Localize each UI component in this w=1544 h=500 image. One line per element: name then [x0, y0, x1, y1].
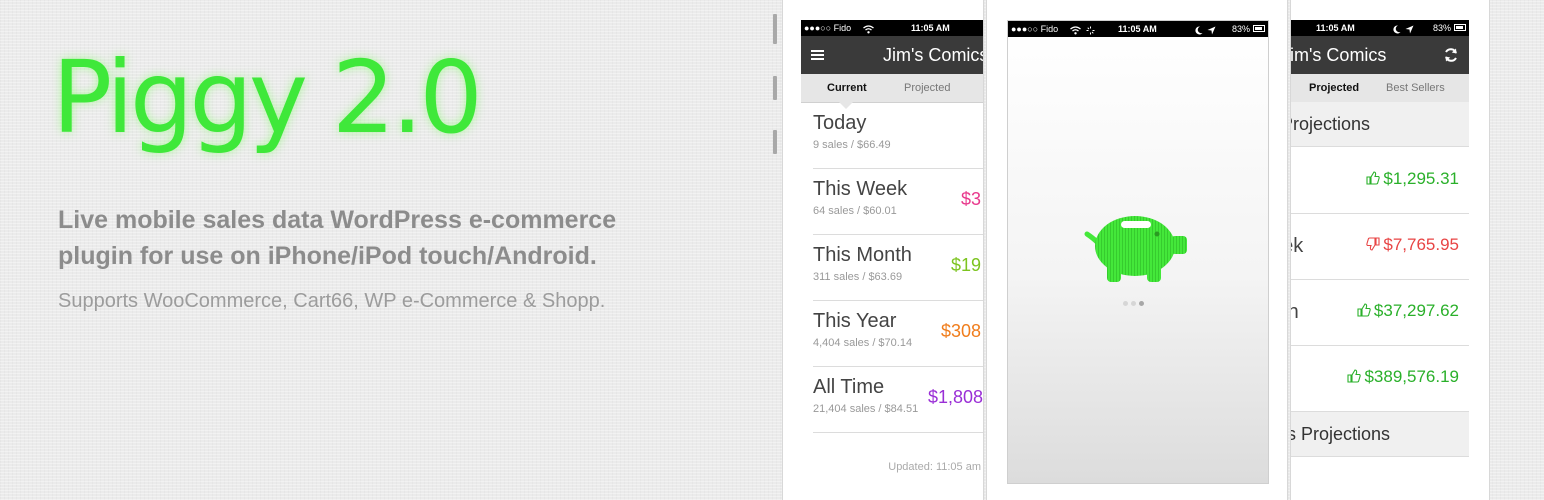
period-label: This Year	[813, 310, 897, 332]
list-item-today[interactable]: Today 9 sales / $66.49	[813, 102, 983, 169]
period-label: nth	[1291, 301, 1299, 323]
list-item-year[interactable]: This Year 4,404 sales / $70.14 $308	[813, 300, 983, 367]
loading-spinner-icon	[1086, 24, 1095, 40]
wifi-icon	[1070, 24, 1081, 40]
store-name: Jim's Comics	[1291, 45, 1387, 65]
list-item[interactable]: nth $37,297.62	[1291, 279, 1469, 346]
phone-splash-screen: ●●●○○ Fido 11:05 AM 83%	[987, 0, 1287, 500]
nav-bar: Jim's Comics	[1291, 36, 1469, 74]
status-time: 11:05 AM	[911, 23, 950, 33]
hamburger-menu-icon[interactable]	[811, 46, 824, 64]
carrier-label: ●●●○○ Fido	[804, 23, 852, 33]
sales-summary: 64 sales / $60.01	[813, 205, 897, 217]
projection-amount: $7,765.95	[1366, 235, 1459, 255]
battery-percent: 83%	[1231, 24, 1250, 34]
phone-screen: ●●●○○ Fido 11:05 AM Jim's Comics Current…	[801, 20, 983, 482]
phone-volume-up	[773, 76, 777, 100]
amount-value: $7,765.95	[1383, 235, 1459, 254]
projection-amount: $389,576.19	[1347, 367, 1459, 387]
list-item-week[interactable]: This Week 64 sales / $60.01 $3	[813, 168, 983, 235]
thumbs-up-icon	[1347, 369, 1362, 383]
status-time: 11:05 AM	[1118, 24, 1157, 34]
tab-best-sellers[interactable]: Best Sellers	[1386, 74, 1445, 102]
tab-bar: Current Projected	[801, 74, 983, 109]
section-header: ers Projections	[1291, 412, 1469, 457]
status-time: 11:05 AM	[1316, 23, 1355, 33]
refresh-icon[interactable]	[1443, 47, 1459, 63]
battery-percent: 83%	[1432, 23, 1451, 33]
tab-current[interactable]: Current	[827, 74, 867, 102]
phone-screen: ●●●○○ Fido 11:05 AM 83%	[1007, 20, 1269, 484]
page-dot	[1123, 301, 1128, 306]
phone-screen: 11:05 AM 83% Jim's Comics Projected Best…	[1291, 20, 1469, 482]
status-bar: ●●●○○ Fido 11:05 AM	[801, 20, 983, 36]
sales-summary: 4,404 sales / $70.14	[813, 337, 913, 349]
phone-projected-sales: 11:05 AM 83% Jim's Comics Projected Best…	[1291, 0, 1489, 500]
location-arrow-icon	[1207, 24, 1216, 40]
list-item-all-time[interactable]: All Time 21,404 sales / $84.51 $1,808	[813, 366, 983, 433]
supported-platforms: Supports WooCommerce, Cart66, WP e-Comme…	[58, 290, 606, 312]
carrier-label: ●●●○○ Fido	[1011, 24, 1059, 34]
piggy-bank-icon	[1084, 216, 1187, 282]
thumbs-up-icon	[1357, 303, 1371, 317]
phone-current-sales: ●●●○○ Fido 11:05 AM Jim's Comics Current…	[783, 0, 983, 500]
period-label: Today	[813, 112, 867, 134]
store-name: Jim's Comics	[883, 45, 983, 65]
amount-value: $1,295.31	[1383, 169, 1459, 188]
amount-value: $389,576.19	[1364, 367, 1459, 386]
status-bar: 11:05 AM 83%	[1291, 20, 1469, 36]
thumbs-up-icon	[1366, 171, 1381, 185]
sales-amount: $3	[961, 189, 982, 209]
projection-amount: $1,295.31	[1366, 169, 1459, 189]
thumbs-down-icon	[1366, 237, 1380, 251]
period-label: This Week	[813, 178, 908, 200]
list-item[interactable]: eek $7,765.95	[1291, 213, 1469, 280]
moon-icon	[1195, 24, 1203, 40]
sales-amount: $308	[941, 321, 982, 341]
status-bar: ●●●○○ Fido 11:05 AM 83%	[1008, 21, 1268, 37]
page-dot	[1131, 301, 1136, 306]
section-label: ers Projections	[1291, 424, 1391, 444]
sales-summary: 9 sales / $66.49	[813, 139, 891, 151]
battery-icon	[1454, 24, 1466, 31]
list-item[interactable]: $1,295.31	[1291, 147, 1469, 214]
list-item[interactable]: ar $389,576.19	[1291, 345, 1469, 412]
page-indicator	[1123, 293, 1147, 311]
projection-amount: $37,297.62	[1357, 301, 1459, 321]
sales-summary: 21,404 sales / $84.51	[813, 403, 919, 415]
page-title: Piggy 2.0	[52, 39, 483, 156]
tab-projected[interactable]: Projected	[904, 74, 950, 102]
amount-value: $37,297.62	[1373, 301, 1459, 320]
phone-side-button	[773, 14, 777, 44]
period-label: All Time	[813, 376, 885, 398]
tab-projected[interactable]: Projected	[1309, 74, 1359, 102]
page-dot-active	[1139, 301, 1144, 306]
phone-volume-down	[773, 130, 777, 154]
nav-bar: Jim's Comics	[801, 36, 983, 74]
period-label: This Month	[813, 244, 912, 266]
updated-timestamp: Updated: 11:05 am	[888, 461, 981, 473]
tab-bar: Projected Best Sellers	[1291, 74, 1469, 109]
section-header: Projections	[1291, 102, 1469, 147]
plugin-description: Live mobile sales data WordPress e-comme…	[58, 206, 617, 270]
period-label: eek	[1291, 235, 1304, 257]
sales-summary: 311 sales / $63.69	[813, 271, 903, 283]
section-label: Projections	[1291, 114, 1371, 134]
sales-amount: $1,808	[928, 387, 983, 407]
sales-amount: $19	[951, 255, 982, 275]
battery-icon	[1253, 25, 1265, 32]
list-item-month[interactable]: This Month 311 sales / $63.69 $19	[813, 234, 983, 301]
